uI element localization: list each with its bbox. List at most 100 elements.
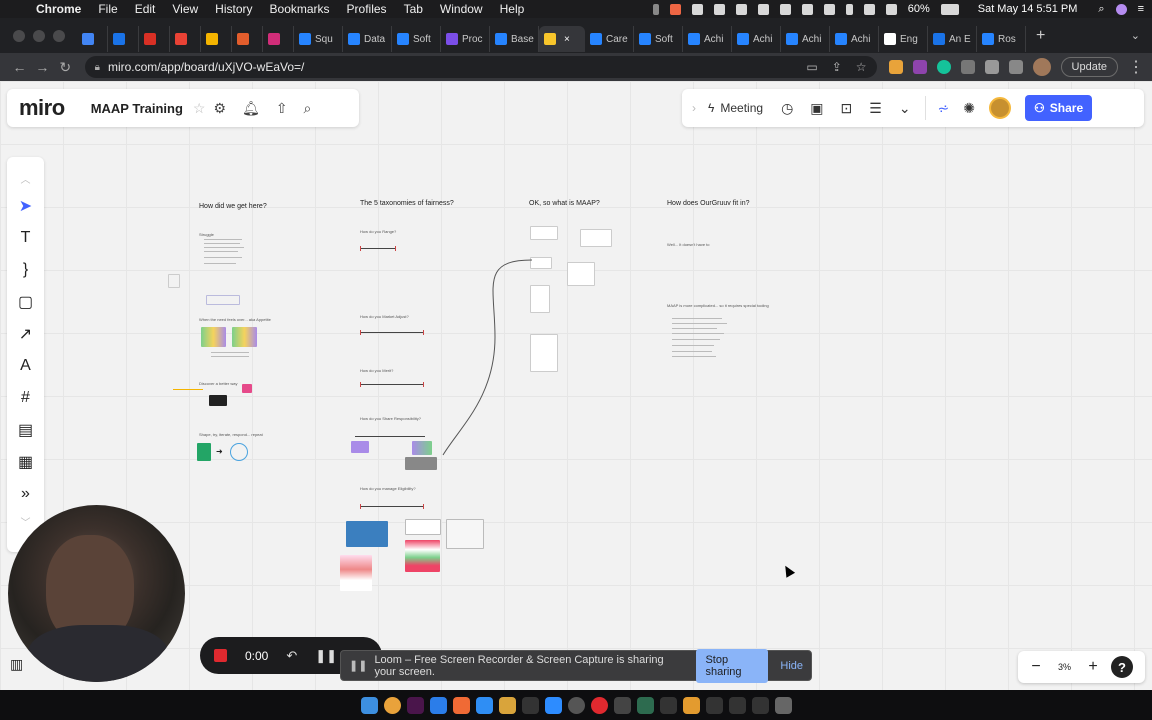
finder-icon[interactable]	[360, 696, 378, 714]
profile-avatar[interactable]	[1032, 58, 1051, 76]
app-icon[interactable]	[429, 696, 447, 714]
volume-icon[interactable]	[885, 3, 897, 15]
share-button[interactable]: ⚇ Share	[1025, 95, 1093, 121]
app-icon[interactable]	[498, 696, 516, 714]
frame-tool-icon[interactable]: #	[16, 388, 36, 407]
board-title[interactable]: MAAP Training	[91, 101, 183, 116]
undo-icon[interactable]: ↶	[286, 648, 297, 664]
terminal-icon[interactable]	[521, 696, 539, 714]
frame-title-ourgruuv[interactable]: How does OurGruuv fit in?	[667, 200, 749, 207]
pen-tool-icon[interactable]: Α	[16, 356, 36, 375]
browser-tab[interactable]: Eng	[879, 26, 928, 52]
tab-active[interactable]: ×	[539, 26, 585, 52]
menu-view[interactable]: View	[172, 2, 198, 16]
extension-icon[interactable]	[912, 60, 927, 74]
sticky-note-icon[interactable]: ▢	[16, 292, 36, 311]
fairness-question[interactable]: How do you manage Eligibility?	[360, 486, 416, 491]
ourgruuv-note[interactable]: MAAP is more complicated... so it requir…	[667, 303, 769, 308]
settings-icon[interactable]: ⚙	[213, 100, 226, 117]
zoom-out-button[interactable]: −	[1026, 658, 1046, 676]
menu-tab[interactable]: Tab	[404, 2, 423, 16]
video-chat-icon[interactable]: ▣	[810, 100, 823, 117]
trash-icon[interactable]	[774, 696, 792, 714]
settings-status-icon[interactable]	[713, 3, 725, 15]
menu-bookmarks[interactable]: Bookmarks	[270, 2, 330, 16]
back-icon[interactable]: ←	[8, 59, 31, 75]
menu-app-name[interactable]: Chrome	[36, 2, 81, 16]
image-card[interactable]	[351, 441, 369, 453]
update-button[interactable]: Update	[1060, 57, 1119, 77]
app-icon[interactable]	[682, 696, 700, 714]
zoom-in-button[interactable]: +	[1083, 658, 1103, 676]
fairness-question[interactable]: How do you Market Adjust?	[360, 314, 409, 319]
collapse-down-icon[interactable]: ﹀	[16, 516, 36, 529]
comment-tool-icon[interactable]: ▤	[16, 420, 36, 439]
notifications-icon[interactable]: 🔔︎	[242, 100, 260, 117]
image-card[interactable]	[242, 384, 252, 393]
notes-icon[interactable]: ☰	[869, 100, 882, 117]
menu-history[interactable]: History	[215, 2, 252, 16]
collapse-up-icon[interactable]: ︿	[16, 173, 36, 186]
webcam-bubble[interactable]	[8, 505, 185, 682]
maap-card[interactable]	[530, 226, 558, 240]
app-icon[interactable]	[728, 696, 746, 714]
frame-title-fairness[interactable]: The 5 taxonomies of fairness?	[360, 200, 454, 207]
ourgruuv-note[interactable]: Well... It doesn't have to	[667, 242, 710, 247]
sidebar-icon[interactable]	[1008, 60, 1023, 74]
extension-icon[interactable]	[960, 60, 975, 74]
sheets-icon[interactable]	[197, 443, 211, 461]
address-bar[interactable]: 🔒︎ miro.com/app/board/uXjVO-wEaVo=/ ▭ ⇪ …	[84, 56, 877, 78]
history-note[interactable]: Discover a better way	[199, 381, 237, 386]
share-page-icon[interactable]: ⇪	[832, 60, 842, 74]
image-card[interactable]	[201, 327, 226, 347]
miro-logo[interactable]: miro	[19, 95, 65, 121]
maap-card[interactable]	[580, 229, 612, 247]
filter-icon[interactable]: ⩫	[938, 100, 950, 117]
meeting-button[interactable]: ϟ Meeting	[708, 101, 763, 115]
minimize-window-icon[interactable]	[33, 29, 45, 42]
more-chevron-icon[interactable]: ⌄	[899, 100, 911, 117]
recording-status-icon[interactable]	[691, 3, 703, 15]
loom-icon[interactable]	[590, 696, 608, 714]
browser-tab[interactable]	[263, 26, 294, 52]
microphone-icon[interactable]	[652, 3, 659, 15]
image-card[interactable]	[405, 540, 440, 572]
siri-icon[interactable]	[1115, 3, 1127, 15]
fairness-question[interactable]: How do you Share Responsibility?	[360, 416, 421, 421]
brightness-icon[interactable]	[757, 3, 769, 15]
close-tab-icon[interactable]: ×	[564, 34, 570, 45]
history-note[interactable]: Struggle	[199, 232, 214, 237]
grammarly-icon[interactable]	[936, 60, 951, 74]
image-card[interactable]	[346, 521, 388, 547]
clock[interactable]: Sat May 14 5:51 PM	[978, 3, 1078, 15]
chrome-menu-icon[interactable]: ⋮	[1128, 57, 1144, 77]
star-icon[interactable]: ☆	[193, 100, 206, 117]
browser-tab[interactable]: Soft	[392, 26, 441, 52]
app-icon[interactable]	[705, 696, 723, 714]
celebrate-icon[interactable]: ✺	[963, 100, 975, 117]
user-avatar[interactable]	[989, 97, 1012, 119]
text-tool-icon[interactable]: T	[16, 228, 36, 247]
bookmark-star-icon[interactable]: ☆	[856, 60, 867, 74]
stop-sharing-button[interactable]: Stop sharing	[696, 648, 769, 683]
tab-search-icon[interactable]: ⌄	[1131, 29, 1140, 42]
airplay-icon[interactable]	[823, 3, 835, 15]
image-card[interactable]	[340, 555, 372, 591]
thumbnail[interactable]	[168, 274, 180, 288]
wifi-icon[interactable]	[863, 3, 875, 15]
extensions-puzzle-icon[interactable]	[984, 60, 999, 74]
image-card[interactable]	[412, 441, 432, 455]
spotlight-icon[interactable]: ⌕	[1098, 3, 1104, 16]
history-note[interactable]: Shape, try, iterate, respond... repeat	[199, 432, 263, 437]
search-icon[interactable]: ⌕	[304, 100, 312, 117]
connector-tool-icon[interactable]: }	[16, 260, 36, 279]
lock-icon[interactable]: 🔒︎	[95, 62, 100, 73]
collapse-chevron-icon[interactable]: ›	[692, 101, 696, 115]
thumbnail[interactable]	[206, 295, 240, 305]
browser-tab[interactable]	[108, 26, 139, 52]
browser-tab[interactable]: Achi	[830, 26, 879, 52]
browser-tab[interactable]: Ros	[977, 26, 1026, 52]
menu-window[interactable]: Window	[440, 2, 483, 16]
connector-line[interactable]	[440, 257, 540, 457]
app-icon[interactable]	[452, 696, 470, 714]
